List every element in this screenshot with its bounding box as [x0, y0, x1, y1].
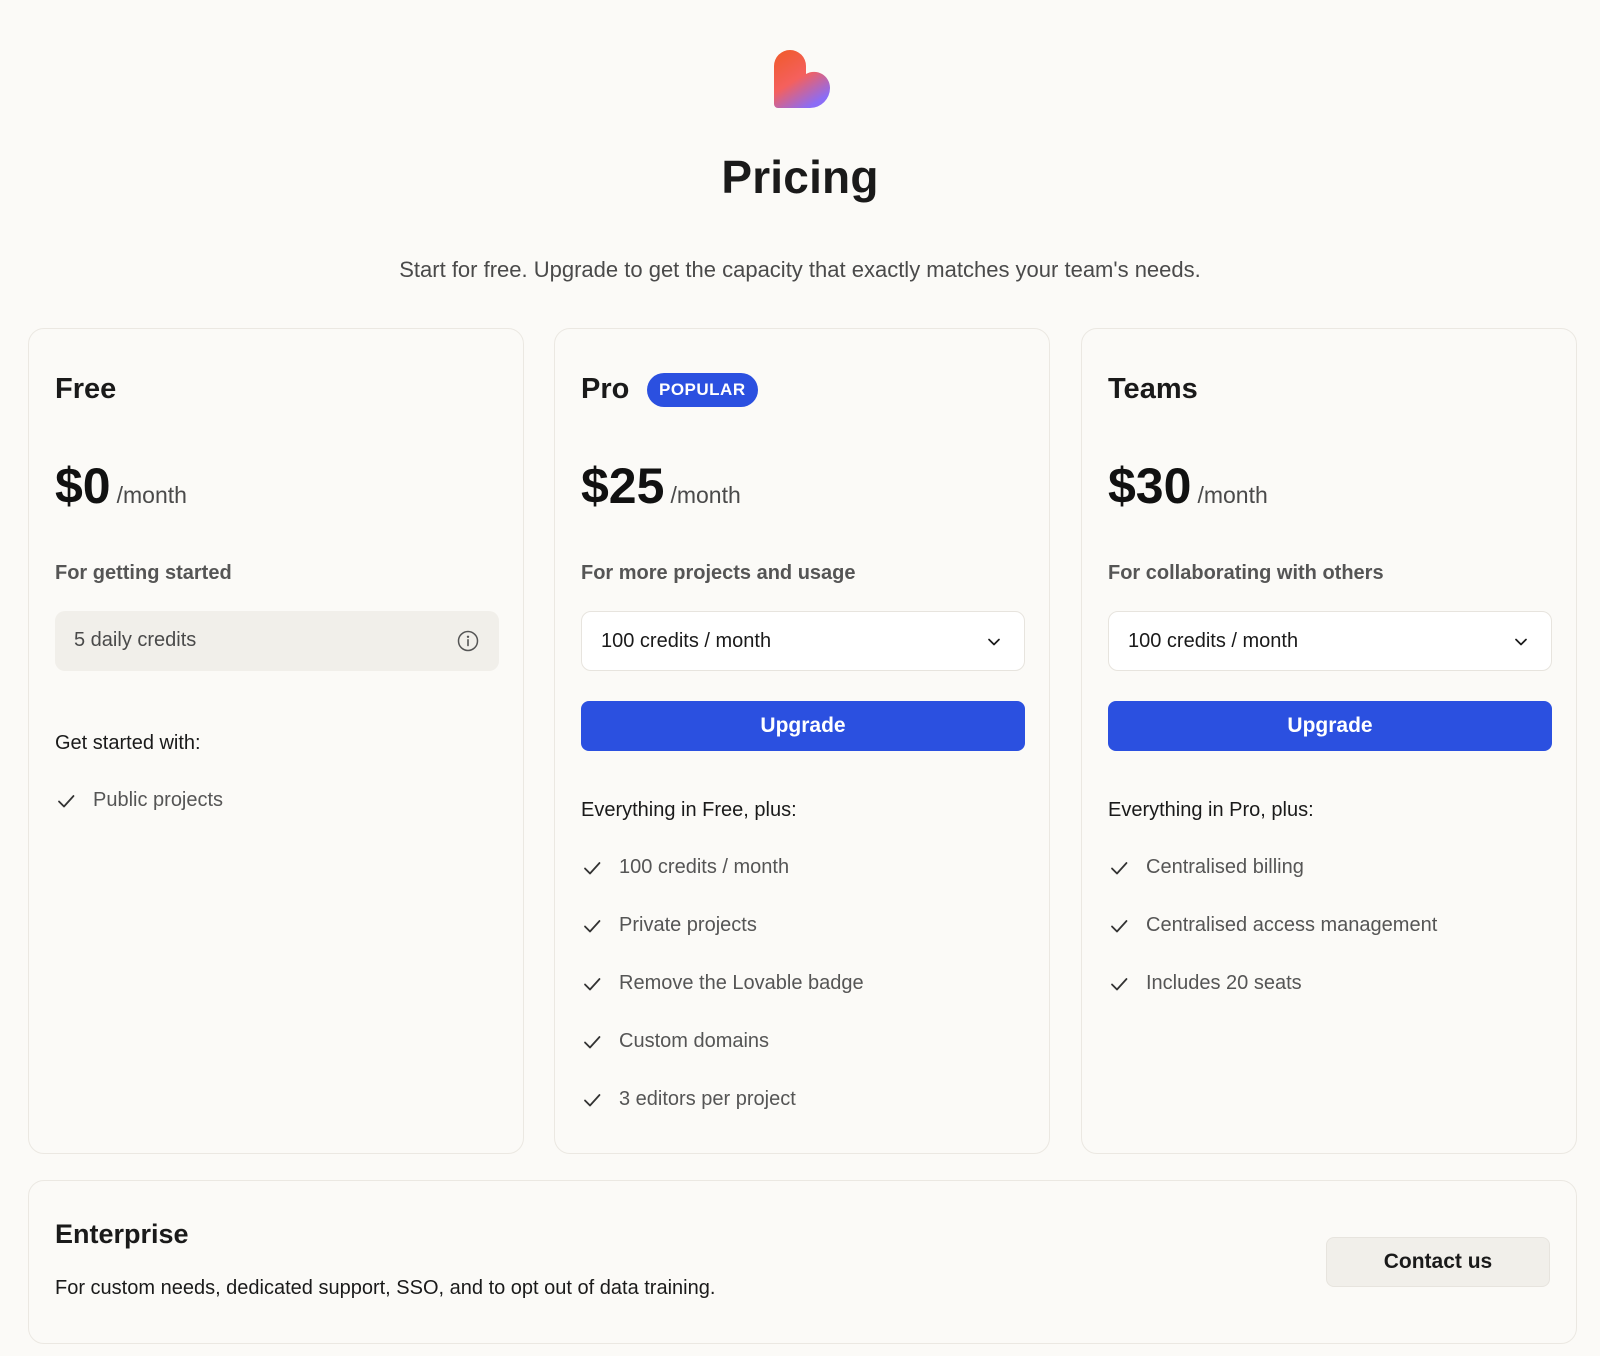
- plan-period: /month: [670, 482, 741, 508]
- plan-card-teams: Teams $30/month For collaborating with o…: [1081, 328, 1577, 1154]
- feature-label: Centralised billing: [1146, 856, 1304, 878]
- feature-item: Private projects: [581, 914, 864, 972]
- feature-label: Includes 20 seats: [1146, 972, 1302, 994]
- feature-label: Centralised access management: [1146, 914, 1438, 936]
- features-heading: Everything in Pro, plus:: [1108, 799, 1314, 821]
- feature-label: Custom domains: [619, 1030, 770, 1052]
- price-row: $25/month: [581, 457, 741, 515]
- plan-price: $0: [55, 458, 111, 514]
- feature-list: 100 credits / month Private projects Rem…: [581, 856, 864, 1146]
- upgrade-button[interactable]: Upgrade: [581, 701, 1025, 751]
- plan-tagline: For more projects and usage: [581, 562, 856, 584]
- page-subtitle: Start for free. Upgrade to get the capac…: [399, 257, 1201, 282]
- plan-period: /month: [1197, 482, 1268, 508]
- chevron-down-icon: [1515, 638, 1527, 646]
- feature-label: 3 editors per project: [619, 1088, 796, 1110]
- feature-item: Public projects: [55, 789, 223, 847]
- check-icon: [1111, 978, 1128, 991]
- credits-select-value: 100 credits / month: [1128, 630, 1299, 652]
- check-icon: [584, 920, 601, 933]
- credits-select[interactable]: 100 credits / month: [1108, 611, 1552, 671]
- check-icon: [1111, 920, 1128, 933]
- feature-item: Centralised billing: [1108, 856, 1437, 914]
- check-icon: [584, 978, 601, 991]
- chevron-down-icon: [988, 638, 1000, 646]
- feature-item: Remove the Lovable badge: [581, 972, 864, 1030]
- check-icon: [584, 862, 601, 875]
- features-heading: Get started with:: [55, 732, 201, 754]
- feature-item: 100 credits / month: [581, 856, 864, 914]
- plan-price: $30: [1108, 458, 1192, 514]
- price-row: $0/month: [55, 457, 187, 515]
- feature-list: Public projects: [55, 789, 223, 847]
- plan-price: $25: [581, 458, 665, 514]
- enterprise-title: Enterprise: [55, 1219, 189, 1249]
- plan-period: /month: [116, 482, 187, 508]
- feature-list: Centralised billing Centralised access m…: [1108, 856, 1437, 1030]
- daily-credits-box: 5 daily credits: [55, 611, 499, 671]
- page-title: Pricing: [721, 151, 879, 203]
- feature-item: 3 editors per project: [581, 1088, 864, 1146]
- heart-logo-icon: [774, 50, 830, 108]
- plan-tagline: For collaborating with others: [1108, 562, 1384, 584]
- plan-name: Pro: [581, 373, 630, 405]
- feature-item: Centralised access management: [1108, 914, 1437, 972]
- plan-tagline: For getting started: [55, 562, 232, 584]
- check-icon: [1111, 862, 1128, 875]
- price-row: $30/month: [1108, 457, 1268, 515]
- upgrade-button[interactable]: Upgrade: [1108, 701, 1552, 751]
- check-icon: [584, 1094, 601, 1107]
- daily-credits-label: 5 daily credits: [74, 629, 197, 651]
- plan-card-free: Free $0/month For getting started 5 dail…: [28, 328, 524, 1154]
- plan-name: Free: [55, 373, 117, 405]
- info-icon[interactable]: [457, 630, 479, 652]
- feature-label: 100 credits / month: [619, 856, 790, 878]
- credits-select[interactable]: 100 credits / month: [581, 611, 1025, 671]
- plan-name: Teams: [1108, 373, 1198, 405]
- feature-label: Public projects: [93, 789, 224, 811]
- contact-us-button[interactable]: Contact us: [1326, 1237, 1550, 1287]
- credits-select-value: 100 credits / month: [601, 630, 772, 652]
- plan-card-pro: Pro POPULAR $25/month For more projects …: [554, 328, 1050, 1154]
- features-heading: Everything in Free, plus:: [581, 799, 797, 821]
- feature-item: Includes 20 seats: [1108, 972, 1437, 1030]
- feature-label: Remove the Lovable badge: [619, 972, 864, 994]
- check-icon: [584, 1036, 601, 1049]
- enterprise-description: For custom needs, dedicated support, SSO…: [55, 1277, 716, 1299]
- feature-label: Private projects: [619, 914, 757, 936]
- popular-badge: POPULAR: [647, 373, 758, 407]
- check-icon: [58, 795, 75, 808]
- enterprise-card: Enterprise For custom needs, dedicated s…: [28, 1180, 1577, 1344]
- feature-item: Custom domains: [581, 1030, 864, 1088]
